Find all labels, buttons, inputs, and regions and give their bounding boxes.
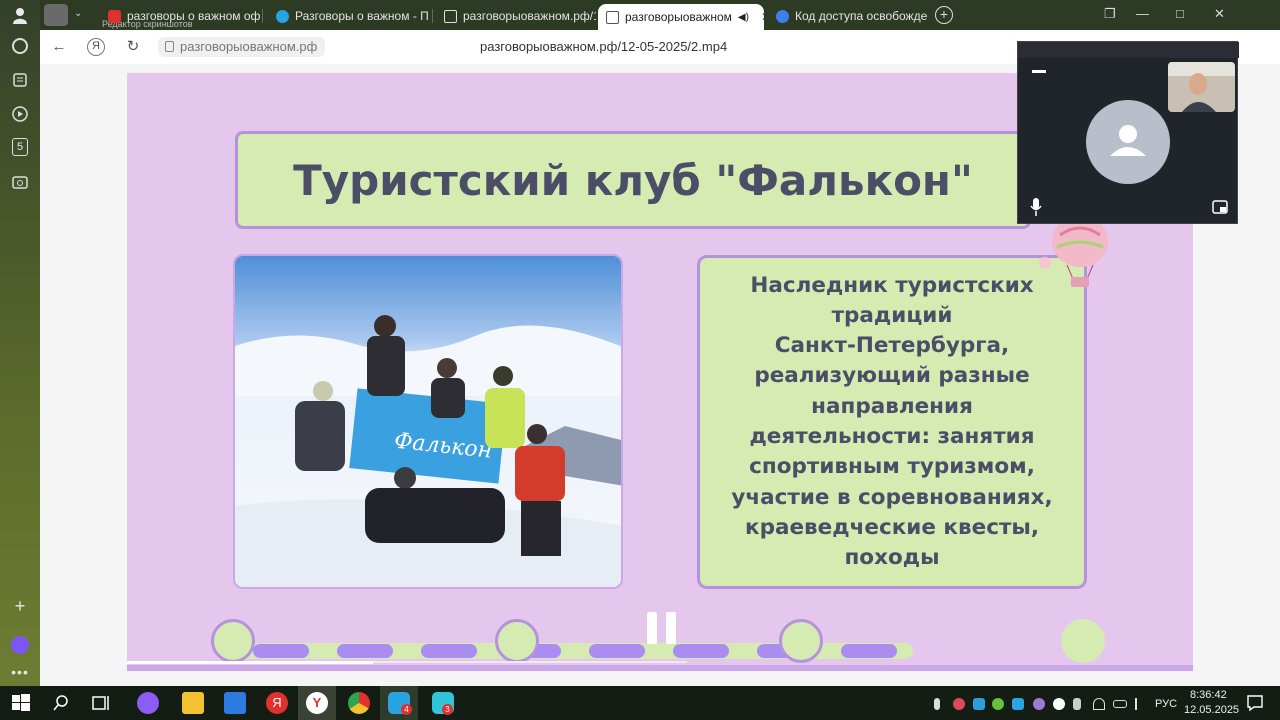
- notifications-icon[interactable]: [1244, 692, 1266, 714]
- file-explorer-icon[interactable]: [182, 692, 204, 714]
- page-favicon: [606, 10, 619, 24]
- pause-icon[interactable]: [644, 610, 680, 646]
- description-line: Наследник туристских: [750, 272, 1034, 298]
- progress-fill: [127, 661, 374, 664]
- description-line: деятельности: занятия: [749, 424, 1035, 449]
- club-photo: Фалькон: [233, 254, 623, 589]
- balloon-decoration: [1035, 213, 1125, 293]
- tab-label: Разговоры о важном - П: [295, 9, 428, 23]
- tab-5[interactable]: Код доступа освобожден: [768, 4, 928, 28]
- call-titlebar[interactable]: [1018, 42, 1239, 58]
- microphone-icon[interactable]: [1030, 198, 1042, 216]
- back-icon[interactable]: ←: [50, 38, 68, 56]
- description-line: реализующий разные: [754, 363, 1030, 389]
- track-node: [1061, 619, 1105, 663]
- tab-label: разговоры о важном оф: [127, 9, 260, 23]
- slide-title: Туристский клуб "Фалькон": [293, 155, 973, 205]
- blue-circle-favicon: [776, 9, 789, 23]
- domain-text: разговорыоважном.рф: [180, 39, 318, 54]
- media-icon[interactable]: [10, 104, 30, 124]
- picture-in-picture-icon[interactable]: [1212, 200, 1228, 214]
- screenshot-icon[interactable]: [10, 172, 30, 192]
- speaker-icon[interactable]: ◀): [738, 12, 749, 23]
- yandex-browser-icon[interactable]: Y: [306, 692, 328, 714]
- tab-label: Код доступа освобожден: [795, 9, 928, 23]
- minimize-icon[interactable]: —: [1136, 6, 1149, 21]
- description-line: участие в соревнованиях,: [731, 484, 1053, 510]
- language-indicator[interactable]: РУС: [1155, 698, 1177, 710]
- speaker-icon[interactable]: [44, 4, 68, 26]
- alice-assistant-icon[interactable]: [11, 636, 29, 654]
- bluetooth-icon[interactable]: [1073, 698, 1081, 710]
- battery-icon[interactable]: [1113, 700, 1127, 708]
- page-title[interactable]: разговорыоважном.рф/12-05-2025/2.mp4: [480, 39, 727, 54]
- windows-taskbar: Я Y 4 3 РУС 8:36:42 12.05.2025: [0, 686, 1280, 720]
- user-avatar-icon: [1086, 100, 1170, 184]
- browser-sidebar: 5 + •••: [0, 0, 40, 686]
- reload-icon[interactable]: ↻: [124, 38, 142, 56]
- video-call-window[interactable]: [1017, 41, 1239, 224]
- participant-thumbnail[interactable]: [1168, 62, 1235, 112]
- tab-2[interactable]: Разговоры о важном - П: [268, 4, 428, 28]
- yandex-favicon: [108, 9, 121, 23]
- tray-app-icon[interactable]: [1012, 698, 1024, 710]
- alice-icon[interactable]: [137, 692, 159, 714]
- tabs-menu-icon[interactable]: ❐: [1104, 6, 1116, 22]
- task-view-icon[interactable]: [90, 692, 112, 714]
- yandex-icon[interactable]: Я: [266, 692, 288, 714]
- description-text: Наследник туристских традиций Санкт-Пете…: [731, 271, 1052, 574]
- description-line: Санкт-Петербурга,: [774, 333, 1010, 359]
- description-line: спортивным туризмом,: [749, 454, 1035, 480]
- notification-badge: 4: [401, 704, 412, 715]
- track-node: [211, 619, 255, 663]
- store-icon[interactable]: [224, 692, 246, 714]
- tab-bar: ⌄ Редактор скриншотов разговоры о важном…: [40, 0, 1280, 30]
- track-node: [495, 619, 539, 663]
- description-line: краеведческие квесты,: [744, 514, 1040, 540]
- history-icon[interactable]: [12, 38, 28, 54]
- windows-start-icon[interactable]: [10, 692, 32, 714]
- telegram-favicon: [276, 9, 289, 23]
- profile-icon[interactable]: [10, 6, 30, 26]
- notification-badge: 3: [442, 704, 453, 715]
- clock-time[interactable]: 8:36:42: [1190, 689, 1227, 701]
- five-icon[interactable]: 5: [12, 138, 28, 156]
- tab-label: разговорыоважном.рф/1: [463, 9, 596, 23]
- wifi-icon[interactable]: [1093, 698, 1105, 710]
- slide-title-box: Туристский клуб "Фалькон": [235, 131, 1031, 229]
- tray-app-icon[interactable]: [992, 698, 1004, 710]
- track-node: [779, 619, 823, 663]
- yandex-icon[interactable]: Я: [87, 38, 105, 56]
- lock-icon: [165, 41, 174, 52]
- tray-yandex-icon[interactable]: [1053, 698, 1065, 710]
- maximize-icon[interactable]: □: [1176, 6, 1184, 21]
- tab-1[interactable]: разговоры о важном оф: [100, 4, 260, 28]
- chevron-down-icon[interactable]: ⌄: [74, 8, 82, 19]
- clock-date[interactable]: 12.05.2025: [1184, 704, 1239, 716]
- description-line: походы: [844, 545, 940, 571]
- chrome-icon[interactable]: [348, 692, 370, 714]
- new-tab-button[interactable]: +: [935, 6, 953, 24]
- page-favicon: [444, 9, 457, 23]
- description-line: традиций: [831, 302, 953, 328]
- tab-label: разговорыоважном: [625, 10, 732, 24]
- more-icon[interactable]: •••: [10, 662, 30, 682]
- search-icon[interactable]: [50, 692, 72, 714]
- minimize-call-icon[interactable]: [1032, 70, 1046, 73]
- description-line: направления: [811, 393, 973, 419]
- microphone-tray-icon[interactable]: [934, 698, 940, 710]
- close-tab-icon[interactable]: ✕: [761, 10, 764, 24]
- tray-app-icon[interactable]: [973, 698, 985, 710]
- close-window-icon[interactable]: ✕: [1214, 6, 1225, 22]
- tray-app-icon[interactable]: [1033, 698, 1045, 710]
- tab-4-active[interactable]: разговорыоважном ◀) ✕: [598, 4, 764, 30]
- description-box: Наследник туристских традиций Санкт-Пете…: [697, 255, 1087, 589]
- video-bottom-border: [127, 665, 1193, 671]
- tray-app-icon[interactable]: [953, 698, 965, 710]
- collections-icon[interactable]: [10, 70, 30, 90]
- domain-pill[interactable]: разговорыоважном.рф: [158, 37, 326, 57]
- volume-icon[interactable]: [1135, 698, 1147, 710]
- tab-3[interactable]: разговорыоважном.рф/1: [436, 4, 596, 28]
- add-panel-icon[interactable]: +: [10, 596, 30, 616]
